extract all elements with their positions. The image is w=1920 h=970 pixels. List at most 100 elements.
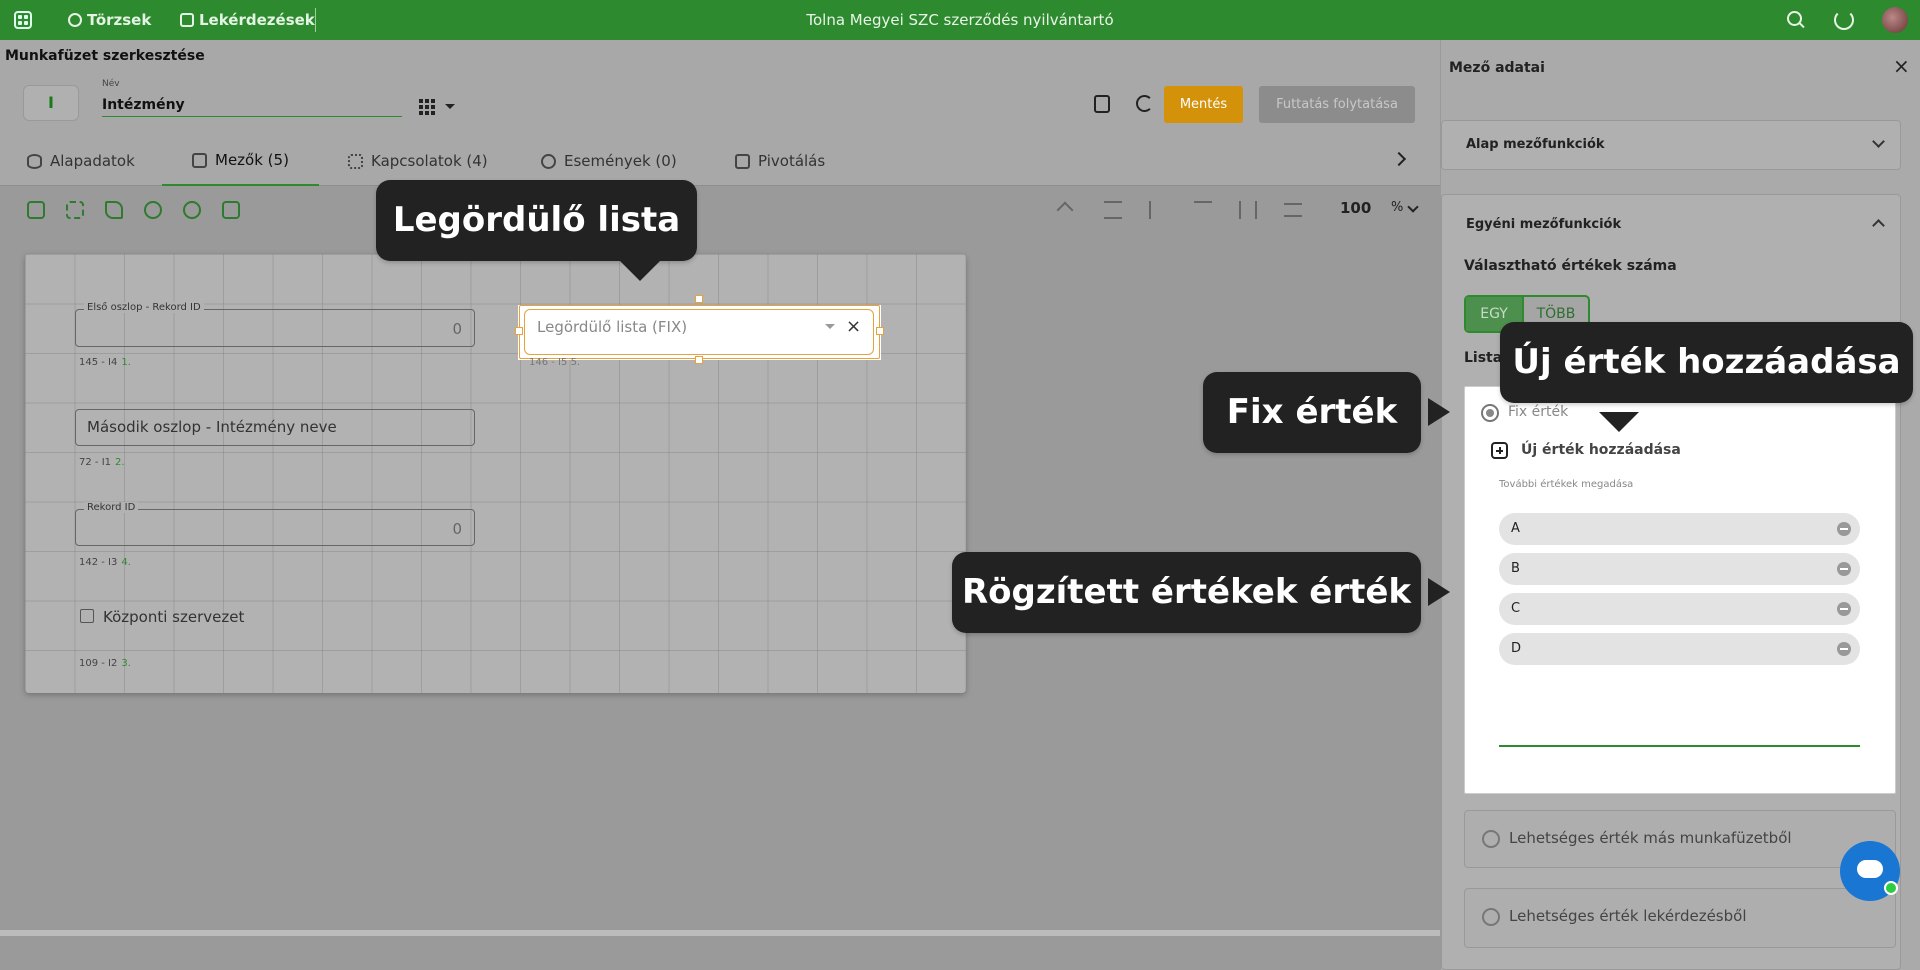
tab-mezok[interactable]: Mezők (5) (162, 136, 319, 186)
remove-icon[interactable] (1837, 522, 1851, 536)
checkbox[interactable] (80, 609, 94, 623)
search-icon[interactable] (1786, 10, 1806, 30)
add-new-value-button[interactable]: Új érték hozzáadása (1521, 442, 1681, 458)
remove-icon[interactable] (1837, 642, 1851, 656)
callout-fix-value: Fix érték (1203, 372, 1421, 453)
panel-header: Mező adatai × (1441, 40, 1920, 96)
field-rekord-id-1[interactable]: Első oszlop - Rekord ID 0 (75, 302, 475, 347)
align-left-icon[interactable] (1149, 201, 1167, 219)
page-header: Munkafüzet szerkesztése I Név Mentés Fut… (0, 40, 1440, 136)
name-input[interactable] (102, 93, 402, 117)
online-status-dot (1884, 881, 1898, 895)
frame-icon[interactable] (66, 201, 84, 219)
chevron-down-icon[interactable] (1407, 201, 1419, 213)
tab-label: Alapadatok (50, 152, 135, 170)
tab-pivotalas[interactable]: Pivotálás (735, 136, 825, 186)
checkbox-label: Központi szervezet (103, 608, 245, 626)
section-title: Alap mezőfunkciók (1466, 137, 1605, 152)
add-square-icon[interactable] (1491, 442, 1508, 459)
align-distribute-icon[interactable] (1104, 201, 1122, 219)
refresh-icon[interactable] (1834, 10, 1854, 30)
resize-handle[interactable] (695, 356, 703, 364)
callout-dropdown: Legördülő lista (376, 180, 697, 261)
tab-esemenyek[interactable]: Események (0) (541, 136, 677, 186)
database-icon (27, 153, 42, 169)
name-label: Név (102, 79, 120, 89)
globe-icon[interactable] (183, 201, 201, 219)
field-intezmeny-neve[interactable]: Második oszlop - Intézmény neve (75, 409, 475, 446)
hint-text: További értékek megadása (1499, 479, 1634, 490)
remove-icon[interactable] (1837, 602, 1851, 616)
chevron-down-icon[interactable] (825, 324, 835, 329)
dropdown-placeholder: Legördülő lista (FIX) (537, 318, 688, 336)
field-label: Első oszlop - Rekord ID (84, 302, 204, 313)
section-title: Egyéni mezőfunkciók (1466, 217, 1622, 232)
tab-label: Események (0) (564, 152, 677, 170)
option-query[interactable]: Lehetséges érték lekérdezésből (1464, 888, 1896, 948)
callout-fixed-values: Rögzített értékek érték (952, 552, 1421, 633)
reload-icon[interactable] (1136, 95, 1153, 112)
clipboard-icon[interactable] (1094, 95, 1110, 113)
resize-handle[interactable] (876, 327, 884, 335)
option-other-workbook[interactable]: Lehetséges érték más munkafüzetből (1464, 810, 1896, 868)
tab-label: Mezők (5) (215, 151, 289, 169)
app-title: Tolna Megyei SZC szerződés nyilvántartó (806, 11, 1114, 29)
callout-arrow (1428, 578, 1450, 606)
horizontal-scrollbar[interactable] (0, 930, 1440, 936)
alert-icon[interactable] (144, 201, 162, 219)
fix-value-radio[interactable] (1481, 404, 1499, 422)
resize-handle[interactable] (695, 295, 703, 303)
spacing-icon[interactable] (1284, 203, 1302, 217)
section-basic-functions[interactable]: Alap mezőfunkciók (1441, 120, 1901, 170)
value-text: A (1511, 521, 1520, 536)
field-meta: 146 - I5 5. (529, 357, 581, 368)
add-field-icon[interactable] (27, 201, 45, 219)
zoom-unit: % (1391, 200, 1404, 215)
run-continue-button[interactable]: Futtatás folytatása (1259, 86, 1415, 123)
pivot-icon (735, 153, 750, 169)
id-icon[interactable] (222, 201, 240, 219)
zoom-value[interactable]: 100 (1340, 199, 1371, 217)
value-chip[interactable]: B (1499, 553, 1860, 585)
option-label: Lehetséges érték lekérdezésből (1509, 907, 1747, 925)
selectable-count-label: Választható értékek száma (1464, 258, 1677, 274)
value-chip[interactable]: A (1499, 513, 1860, 545)
layout-grid-button[interactable] (417, 97, 457, 117)
events-icon (541, 153, 556, 169)
value-chip[interactable]: D (1499, 633, 1860, 665)
tab-alapadatok[interactable]: Alapadatok (27, 136, 135, 186)
radio[interactable] (1482, 830, 1500, 848)
save-button[interactable]: Mentés (1164, 86, 1243, 123)
move-icon[interactable] (1056, 201, 1074, 219)
close-icon[interactable]: × (846, 316, 861, 337)
list-label: Lista (1464, 350, 1503, 366)
tab-kapcsolatok[interactable]: Kapcsolatok (4) (348, 136, 488, 186)
field-meta: 72 - I1 2. (79, 457, 125, 468)
resize-handle[interactable] (515, 327, 523, 335)
align-top-icon[interactable] (1194, 201, 1212, 219)
close-icon[interactable]: × (1893, 54, 1910, 78)
field-meta: 142 - I3 4. (79, 557, 131, 568)
callout-arrow (1599, 412, 1639, 432)
relations-icon (348, 153, 363, 169)
panel-title: Mező adatai (1449, 60, 1545, 76)
value-chip[interactable]: C (1499, 593, 1860, 625)
new-value-input-line[interactable] (1499, 745, 1860, 747)
chevron-up-icon[interactable] (1872, 219, 1885, 232)
tag-icon[interactable] (105, 201, 123, 219)
field-rekord-id-2[interactable]: Rekord ID 0 (75, 502, 475, 546)
tab-label: Pivotálás (758, 152, 826, 170)
callout-add-value: Új érték hozzáadása (1500, 322, 1913, 403)
radio[interactable] (1482, 908, 1500, 926)
field-meta: 109 - I2 3. (79, 658, 131, 669)
chevron-down-icon (445, 104, 455, 109)
workbook-icon-button[interactable]: I (23, 85, 79, 121)
tab-bar: Alapadatok Mezők (5) Kapcsolatok (4) Ese… (0, 136, 1440, 186)
callout-arrow (1428, 398, 1450, 426)
remove-icon[interactable] (1837, 562, 1851, 576)
top-bar: Törzsek Lekérdezések Tolna Megyei SZC sz… (0, 0, 1920, 40)
avatar[interactable] (1882, 7, 1908, 33)
page-title: Munkafüzet szerkesztése (5, 48, 205, 64)
chevron-right-icon[interactable] (1391, 151, 1407, 167)
align-center-icon[interactable] (1239, 201, 1257, 219)
